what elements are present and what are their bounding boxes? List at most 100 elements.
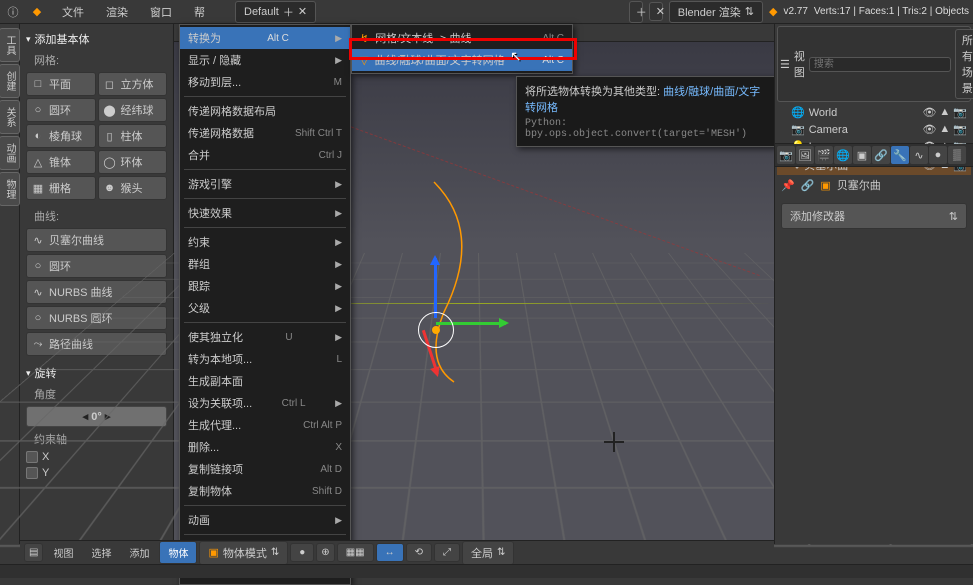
mesh-primitive-button[interactable]: △锥体 [26, 150, 96, 174]
menu-item[interactable]: 传递网格数据Shift Ctrl T [180, 122, 350, 144]
screen-layout-dropdown[interactable]: Default ＋✕ [235, 1, 316, 23]
menu-item[interactable]: 群组▶ [180, 253, 350, 275]
outliner-editor-icon[interactable]: ☰ [780, 58, 790, 71]
primitive-icon: ∿ [31, 233, 45, 247]
plus-icon[interactable]: ＋ [283, 4, 294, 20]
close-icon[interactable]: ✕ [649, 2, 663, 21]
vtab-relations[interactable]: 关系 [0, 100, 20, 134]
mesh-primitive-button[interactable]: ⬤经纬球 [98, 98, 168, 122]
menu-item[interactable]: 转为本地项...L [180, 348, 350, 370]
manipulator-rotate[interactable]: ⟲ [406, 543, 432, 562]
menu-item[interactable]: 生成副本面 [180, 370, 350, 392]
outliner-item[interactable]: 🌐World👁▲📷 [777, 104, 971, 121]
render-engine-dropdown[interactable]: Blender 渲染 ⇅ [669, 1, 763, 23]
mesh-primitive-button[interactable]: ◐棱角球 [26, 124, 96, 148]
layers-widget[interactable]: ▦▦ [337, 543, 374, 562]
shading-solid-icon[interactable]: ● [290, 543, 314, 562]
menu-item[interactable]: 父级▶ [180, 297, 350, 319]
menu-item[interactable]: 快速效果▶ [180, 202, 350, 224]
visibility-icon[interactable]: 👁 [922, 106, 936, 119]
menu-item[interactable]: 转换为Alt C▶ [180, 27, 350, 49]
outliner-item[interactable]: 📷Camera👁▲📷 [777, 121, 971, 138]
ptab-texture[interactable]: ▒ [948, 146, 966, 164]
mesh-primitive-button[interactable]: ◯环体 [98, 150, 168, 174]
primitive-label: 贝塞尔曲线 [49, 232, 104, 248]
manipulator-translate[interactable]: ↔ [376, 543, 404, 562]
curve-primitive-button[interactable]: ○圆环 [26, 254, 167, 278]
mesh-primitive-button[interactable]: ▦栅格 [26, 176, 96, 200]
mesh-primitive-button[interactable]: □平面 [26, 72, 96, 96]
bb-object-menu[interactable]: 物体 [159, 541, 197, 564]
object-name-label[interactable]: 贝塞尔曲 [837, 177, 881, 193]
outliner-filter[interactable]: 所有场景 [955, 29, 973, 99]
mesh-primitive-button[interactable]: ○圆环 [26, 98, 96, 122]
menu-item[interactable]: 传递网格数据布局 [180, 100, 350, 122]
render-icon[interactable]: 📷 [953, 106, 967, 119]
menu-item[interactable]: 合并Ctrl J [180, 144, 350, 166]
selectable-icon[interactable]: ▲ [939, 106, 950, 119]
render-icon[interactable]: 📷 [953, 123, 967, 136]
menu-item[interactable]: 删除...X [180, 436, 350, 458]
mesh-primitive-button[interactable]: ◻立方体 [98, 72, 168, 96]
pin-icon[interactable]: 📌 [781, 179, 795, 192]
orientation-dropdown[interactable]: 全局 ⇅ [462, 541, 514, 565]
mesh-primitive-button[interactable]: ▯柱体 [98, 124, 168, 148]
menu-item[interactable]: 移动到层...M [180, 71, 350, 93]
ptab-data[interactable]: ∿ [910, 146, 928, 164]
visibility-icon[interactable]: 👁 [922, 123, 936, 136]
outliner-view-label[interactable]: 视图 [794, 48, 805, 80]
submenu-arrow-icon: ▶ [335, 281, 342, 292]
ptab-material[interactable]: ● [929, 146, 947, 164]
timeline-strip[interactable] [0, 564, 973, 578]
transform-gizmo[interactable] [418, 312, 458, 352]
submenu-item[interactable]: ▽曲线/融球/曲面/文字转网格Alt C [352, 49, 572, 71]
ptab-modifiers[interactable]: 🔧 [891, 146, 909, 164]
menu-help[interactable]: 帮 [184, 1, 215, 23]
ptab-world[interactable]: 🌐 [834, 146, 852, 164]
curve-primitive-button[interactable]: ∿ 贝塞尔曲线 [26, 228, 167, 252]
ptab-scene[interactable]: 🎬 [815, 146, 833, 164]
menu-item[interactable]: 游戏引擎▶ [180, 173, 350, 195]
menu-item[interactable]: 动画▶ [180, 509, 350, 531]
menu-item[interactable]: 复制链接项Alt D [180, 458, 350, 480]
pivot-icon[interactable]: ⊕ [316, 543, 334, 562]
ptab-layers[interactable]: 🖼 [796, 146, 814, 164]
info-editor-icon[interactable]: ⓘ [4, 3, 22, 21]
menu-item[interactable]: 使其独立化U▶ [180, 326, 350, 348]
mesh-primitive-button[interactable]: ☻猴头 [98, 176, 168, 200]
vtab-create[interactable]: 创建 [0, 64, 20, 98]
menu-item[interactable]: 设为关联项...Ctrl L▶ [180, 392, 350, 414]
close-icon[interactable]: ✕ [298, 5, 307, 18]
primitive-label: 柱体 [121, 128, 143, 144]
vtab-tools[interactable]: 工具 [0, 28, 20, 62]
add-modifier-button[interactable]: 添加修改器 ⇅ [781, 203, 967, 229]
primitive-label: 圆环 [49, 102, 71, 118]
outliner-search-input[interactable] [809, 57, 951, 72]
gizmo-z-axis[interactable] [434, 258, 437, 318]
ptab-render[interactable]: 📷 [777, 146, 795, 164]
vtab-physics[interactable]: 物理 [0, 172, 20, 206]
primitive-icon: ☻ [103, 181, 117, 195]
submenu-item[interactable]: ↯网格/文本线 -> 曲线Alt C [352, 27, 572, 49]
menu-item[interactable]: 显示 / 隐藏▶ [180, 49, 350, 71]
menu-file[interactable]: 文件 [52, 1, 94, 23]
menu-item-label: 约束 [188, 234, 210, 250]
bb-view[interactable]: 视图 [45, 542, 81, 563]
ptab-constraints[interactable]: 🔗 [872, 146, 890, 164]
menu-render[interactable]: 渲染 [96, 1, 138, 23]
menu-window[interactable]: 窗口 [140, 1, 182, 23]
menu-item[interactable]: 生成代理...Ctrl Alt P [180, 414, 350, 436]
manipulator-scale[interactable]: ⤢ [434, 543, 460, 562]
editor-type-icon[interactable]: ▤ [24, 543, 43, 562]
menu-item[interactable]: 跟踪▶ [180, 275, 350, 297]
plus-icon[interactable]: ＋ [629, 1, 643, 23]
menu-item[interactable]: 复制物体Shift D [180, 480, 350, 502]
vtab-anim[interactable]: 动画 [0, 136, 20, 170]
mode-dropdown[interactable]: ▣ 物体模式 ⇅ [199, 541, 288, 565]
menu-item[interactable]: 约束▶ [180, 231, 350, 253]
ptab-object[interactable]: ▣ [853, 146, 871, 164]
add-primitive-header[interactable]: 添加基本体 [26, 28, 167, 50]
bb-add[interactable]: 添加 [121, 542, 157, 563]
bb-select[interactable]: 选择 [83, 542, 119, 563]
selectable-icon[interactable]: ▲ [939, 123, 950, 136]
